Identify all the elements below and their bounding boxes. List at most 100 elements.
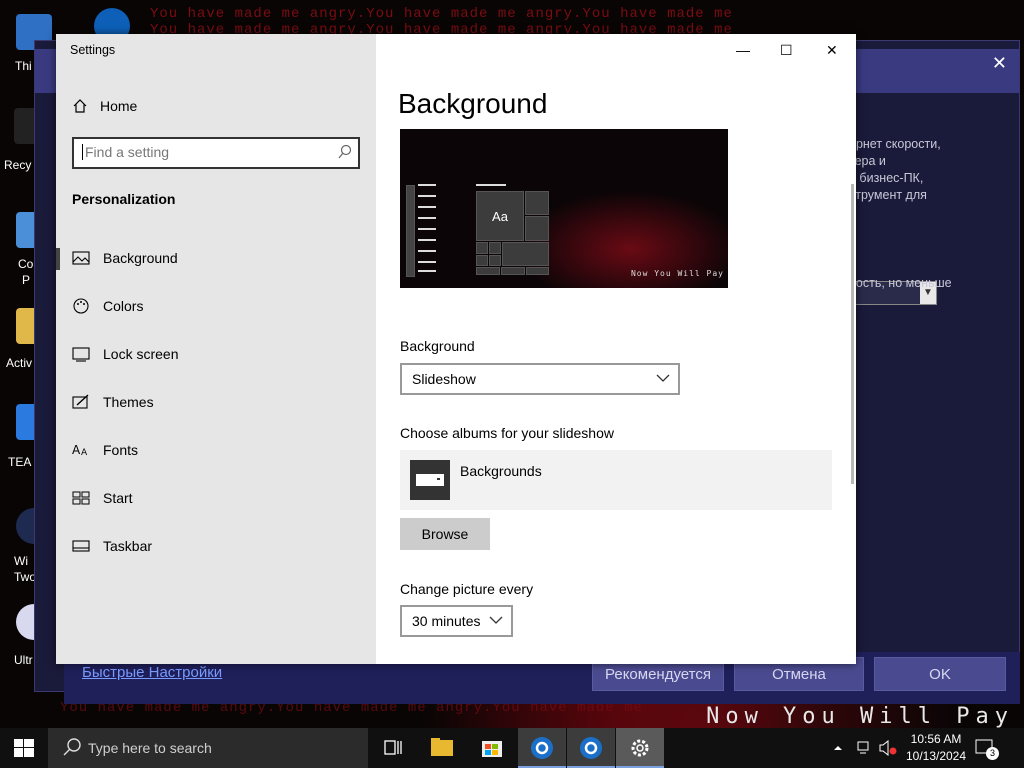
settings-taskbar-button[interactable] bbox=[616, 728, 664, 768]
desktop-icon-label: Two bbox=[14, 570, 37, 584]
clock-date: 10/13/2024 bbox=[905, 749, 967, 763]
preview-line bbox=[418, 195, 436, 197]
desktop-icon-label: TEA bbox=[8, 455, 32, 469]
taskbar-search[interactable]: Type here to search bbox=[48, 728, 368, 768]
preview-tile bbox=[489, 255, 501, 266]
nav-item-start[interactable]: Start bbox=[56, 478, 376, 518]
chevron-down-icon bbox=[489, 616, 503, 624]
fonts-icon: AA bbox=[72, 443, 88, 458]
app-text: а бизнес-ПК, bbox=[849, 171, 924, 185]
nav-item-colors[interactable]: Colors bbox=[56, 286, 376, 326]
ccleaner-taskbar-button[interactable] bbox=[518, 728, 566, 768]
volume-muted-icon[interactable] bbox=[878, 740, 898, 756]
browse-button[interactable]: Browse bbox=[400, 518, 490, 550]
background-label: Background bbox=[400, 338, 475, 354]
chevron-down-icon bbox=[656, 374, 670, 382]
app-text: струмент для bbox=[849, 188, 927, 202]
albums-label: Choose albums for your slideshow bbox=[400, 425, 614, 441]
preview-tile bbox=[476, 255, 488, 266]
preview-tile: Aa bbox=[476, 191, 524, 241]
preview-tile bbox=[406, 185, 415, 277]
background-preview: Aa Now You Will Pay bbox=[400, 129, 728, 288]
ccleaner-icon bbox=[531, 737, 553, 759]
windows-logo-icon bbox=[14, 739, 34, 757]
preview-tile bbox=[502, 242, 549, 266]
notification-button[interactable]: 3 bbox=[974, 738, 999, 760]
nav-item-label: Taskbar bbox=[103, 538, 153, 554]
active-indicator bbox=[56, 248, 60, 270]
maximize-icon[interactable]: ☐ bbox=[780, 42, 793, 59]
window-title: Settings bbox=[70, 43, 116, 57]
preview-line bbox=[418, 206, 436, 208]
preview-tile bbox=[525, 191, 549, 215]
preview-tile bbox=[476, 267, 500, 275]
nav-item-fonts[interactable]: AA Fonts bbox=[56, 430, 376, 470]
network-icon[interactable] bbox=[856, 740, 874, 756]
store-button[interactable] bbox=[468, 728, 516, 768]
background-dropdown[interactable]: Slideshow bbox=[400, 363, 680, 395]
app-text: ернет скорости, bbox=[849, 137, 941, 151]
desktop-icon-label: Recy bbox=[4, 158, 32, 172]
preview-tile bbox=[476, 242, 488, 254]
close-icon[interactable]: ✕ bbox=[826, 42, 838, 59]
nav-item-taskbar[interactable]: Taskbar bbox=[56, 526, 376, 566]
preview-line bbox=[418, 270, 436, 272]
start-button[interactable] bbox=[0, 728, 48, 768]
store-icon bbox=[482, 741, 502, 757]
preview-line bbox=[418, 250, 436, 252]
nav-item-label: Lock screen bbox=[103, 346, 179, 362]
notification-count: 3 bbox=[986, 747, 999, 760]
gear-icon bbox=[631, 739, 649, 757]
ccleaner-icon bbox=[580, 737, 602, 759]
preview-tile bbox=[501, 267, 525, 275]
search-input[interactable]: Find a setting bbox=[82, 144, 169, 160]
change-interval-value: 30 minutes bbox=[412, 613, 481, 629]
taskbar-clock[interactable]: 10:56 AM 10/13/2024 bbox=[905, 731, 967, 765]
nav-item-label: Themes bbox=[103, 394, 154, 410]
file-explorer-button[interactable] bbox=[418, 728, 466, 768]
picture-icon bbox=[72, 251, 90, 265]
nav-item-themes[interactable]: Themes bbox=[56, 382, 376, 422]
task-view-button[interactable] bbox=[368, 728, 416, 768]
wallpaper-caption: Now You Will Pay bbox=[706, 704, 1014, 729]
app-text: ность, но меньше bbox=[849, 276, 952, 290]
preview-line bbox=[418, 217, 436, 219]
search-box[interactable]: Find a setting bbox=[72, 137, 360, 169]
desktop-icon-label: Co bbox=[18, 257, 34, 271]
nav-item-lock-screen[interactable]: Lock screen bbox=[56, 334, 376, 374]
album-item[interactable]: Backgrounds bbox=[400, 450, 832, 510]
close-icon[interactable]: ✕ bbox=[992, 53, 1007, 74]
change-interval-dropdown[interactable]: 30 minutes bbox=[400, 605, 513, 637]
clock-time: 10:56 AM bbox=[910, 732, 962, 746]
page-title: Background bbox=[398, 88, 548, 119]
album-folder-icon bbox=[410, 460, 450, 500]
minimize-icon[interactable]: — bbox=[736, 42, 750, 58]
svg-text:A: A bbox=[72, 443, 81, 457]
task-view-icon bbox=[384, 740, 402, 755]
background-dropdown-value: Slideshow bbox=[412, 371, 476, 387]
chevron-up-icon[interactable] bbox=[832, 742, 844, 754]
search-icon[interactable] bbox=[338, 144, 352, 160]
preview-line bbox=[418, 239, 436, 241]
taskbar-search-text: Type here to search bbox=[88, 740, 212, 756]
nav-item-label: Fonts bbox=[103, 442, 139, 458]
palette-icon bbox=[73, 298, 89, 314]
ccleaner-taskbar-button[interactable] bbox=[567, 728, 615, 768]
svg-text:A: A bbox=[81, 448, 88, 458]
desktop-icon-label: Wi bbox=[14, 554, 28, 568]
home-icon bbox=[73, 99, 87, 113]
settings-content: — ☐ ✕ Background Aa Now You Will Pay Bac… bbox=[376, 34, 856, 664]
home-nav-item[interactable]: Home bbox=[72, 96, 137, 116]
quick-settings-link[interactable]: Быстрые Настройки bbox=[82, 664, 222, 681]
nav-item-background[interactable]: Background bbox=[56, 238, 376, 278]
nav-item-label: Background bbox=[103, 250, 178, 266]
scrollbar[interactable] bbox=[851, 184, 854, 484]
themes-icon bbox=[72, 394, 89, 409]
preview-tile bbox=[525, 216, 549, 241]
ok-button[interactable]: OK bbox=[874, 657, 1006, 691]
preview-line bbox=[418, 228, 436, 230]
preview-line bbox=[418, 261, 436, 263]
settings-nav: Settings Home Find a setting Personaliza… bbox=[56, 34, 376, 664]
home-label: Home bbox=[100, 98, 138, 114]
folder-icon bbox=[431, 738, 453, 756]
